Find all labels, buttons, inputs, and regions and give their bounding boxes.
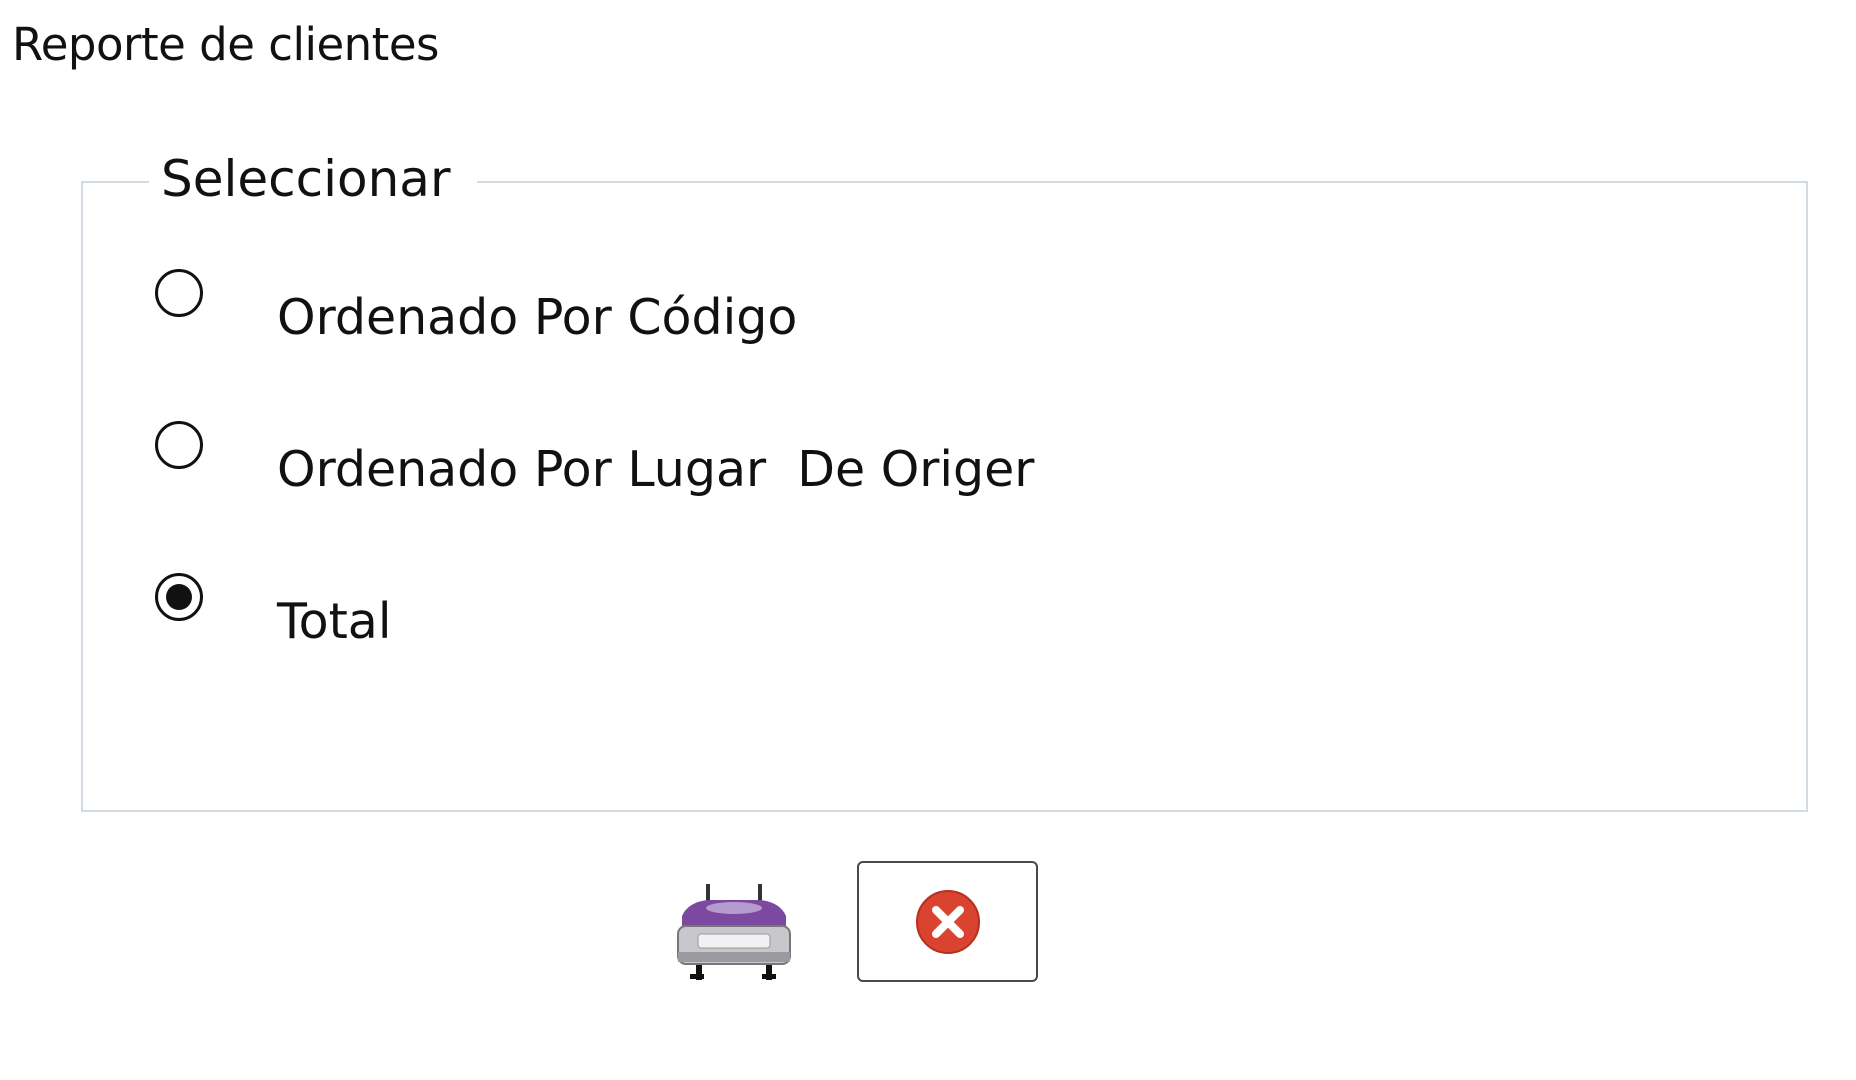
radio-button-lugar-origen[interactable] xyxy=(155,421,203,469)
groupbox-legend: Seleccionar xyxy=(149,143,477,215)
window-title: Reporte de clientes xyxy=(12,18,439,71)
close-circle-icon xyxy=(915,889,980,954)
printer-icon xyxy=(677,884,791,980)
radio-option-total[interactable]: Total xyxy=(155,573,391,650)
radio-label-codigo: Ordenado Por Código xyxy=(277,289,798,346)
close-button[interactable] xyxy=(857,861,1038,982)
radio-button-total[interactable] xyxy=(155,573,203,621)
select-groupbox: Seleccionar Ordenado Por Código Ordenado… xyxy=(81,143,1808,812)
report-window: Reporte de clientes Seleccionar Ordenado… xyxy=(0,0,1856,1080)
radio-option-lugar-origen[interactable]: Ordenado Por Lugar De Origer xyxy=(155,421,1034,498)
radio-label-lugar-origen: Ordenado Por Lugar De Origer xyxy=(277,441,1035,498)
radio-option-codigo[interactable]: Ordenado Por Código xyxy=(155,269,797,346)
radio-button-codigo[interactable] xyxy=(155,269,203,317)
radio-label-total: Total xyxy=(277,593,392,650)
print-button[interactable] xyxy=(668,878,800,982)
